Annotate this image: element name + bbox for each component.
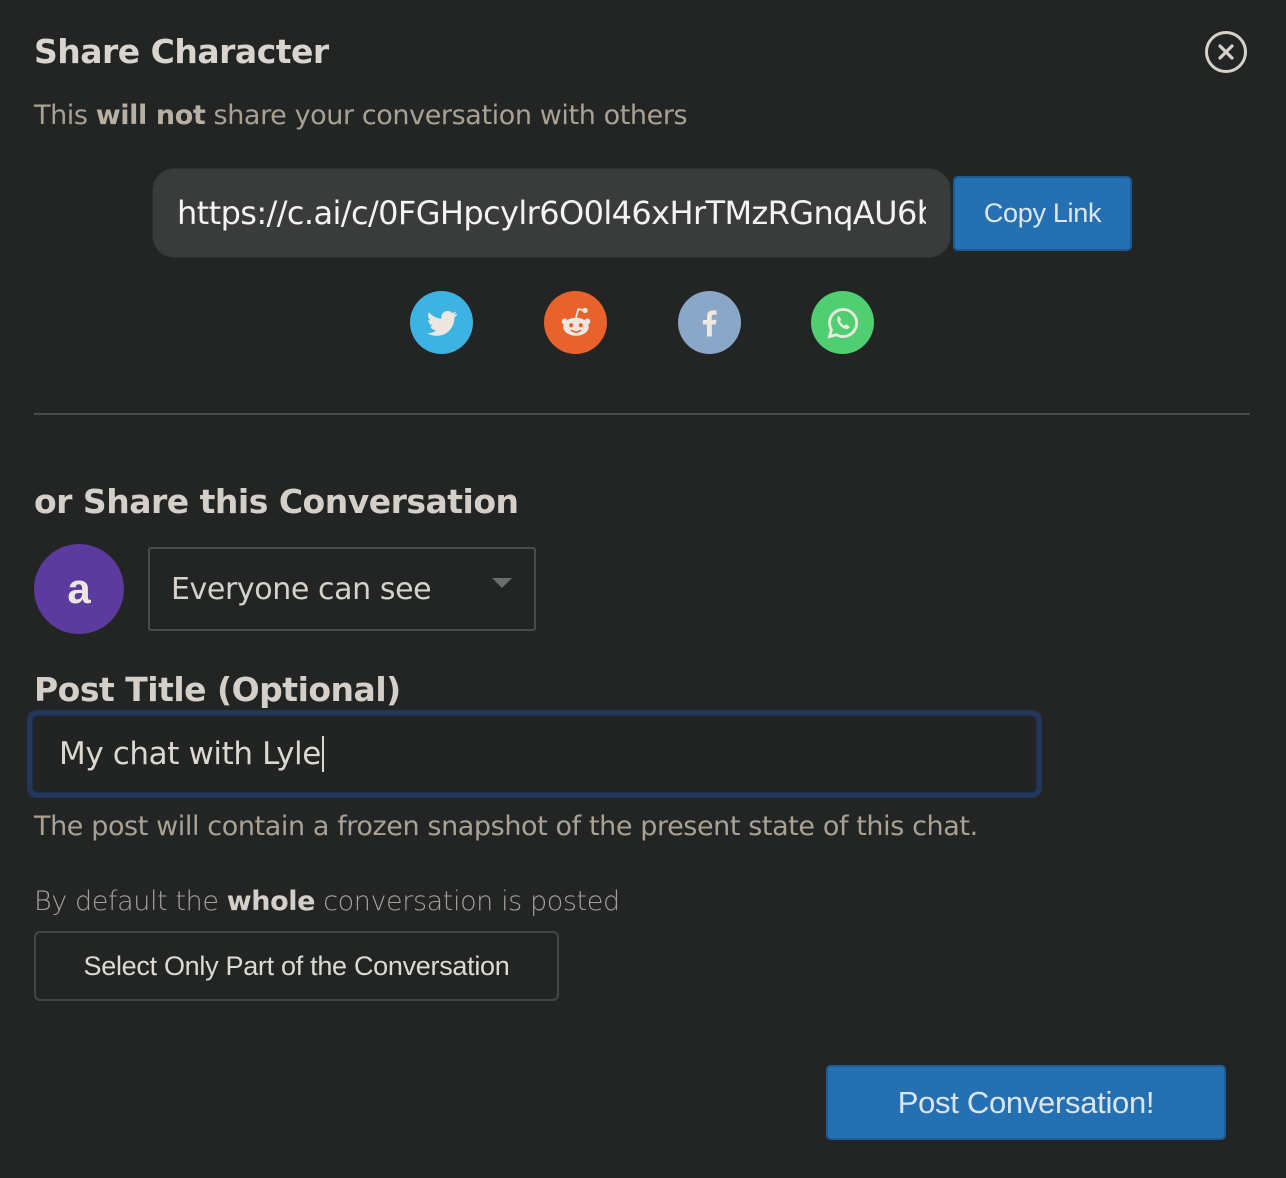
close-icon [1218,44,1234,60]
close-button[interactable] [1205,31,1247,73]
share-conversation-heading: or Share this Conversation [34,482,519,521]
hint-emphasis: whole [226,886,316,917]
chevron-down-icon [492,578,512,588]
text-cursor [321,736,324,772]
whatsapp-icon [826,307,858,339]
disclaimer-emphasis: will not [95,100,206,131]
visibility-dropdown[interactable]: Everyone can see [148,547,536,631]
reddit-share-button[interactable] [544,291,607,354]
share-disclaimer: This will not share your conversation wi… [34,100,688,131]
twitter-share-button[interactable] [410,291,473,354]
disclaimer-prefix: This [34,100,96,131]
facebook-share-button[interactable] [678,291,741,354]
post-title-input[interactable]: My chat with Lyle [32,715,1037,793]
default-posting-hint: By default the whole conversation is pos… [34,886,620,917]
visibility-selected-value: Everyone can see [171,571,432,607]
post-title-focus-ring: My chat with Lyle [27,710,1042,798]
select-part-button[interactable]: Select Only Part of the Conversation [34,931,559,1001]
hint-suffix: conversation is posted [315,886,620,917]
post-conversation-button[interactable]: Post Conversation! [826,1065,1226,1140]
snapshot-hint: The post will contain a frozen snapshot … [34,811,978,842]
share-link-field[interactable]: https://c.ai/c/0FGHpcylr6O0l46xHrTMzRGnq… [152,168,951,258]
copy-link-button[interactable]: Copy Link [953,175,1132,251]
share-link-row: https://c.ai/c/0FGHpcylr6O0l46xHrTMzRGnq… [152,168,1132,258]
post-title-value: My chat with Lyle [59,736,321,772]
reddit-icon [561,307,590,336]
share-character-modal: Share Character This will not share your… [0,0,1286,1178]
disclaimer-suffix: share your conversation with others [205,100,688,131]
social-share-buttons [0,291,1286,355]
whatsapp-share-button[interactable] [811,291,874,354]
share-link-url: https://c.ai/c/0FGHpcylr6O0l46xHrTMzRGnq… [177,194,926,232]
user-avatar: a [34,544,124,634]
section-divider [34,413,1250,415]
facebook-icon [702,309,717,336]
post-title-label: Post Title (Optional) [34,670,401,709]
twitter-icon [426,310,457,336]
hint-prefix: By default the [34,886,227,917]
modal-title: Share Character [34,32,329,71]
